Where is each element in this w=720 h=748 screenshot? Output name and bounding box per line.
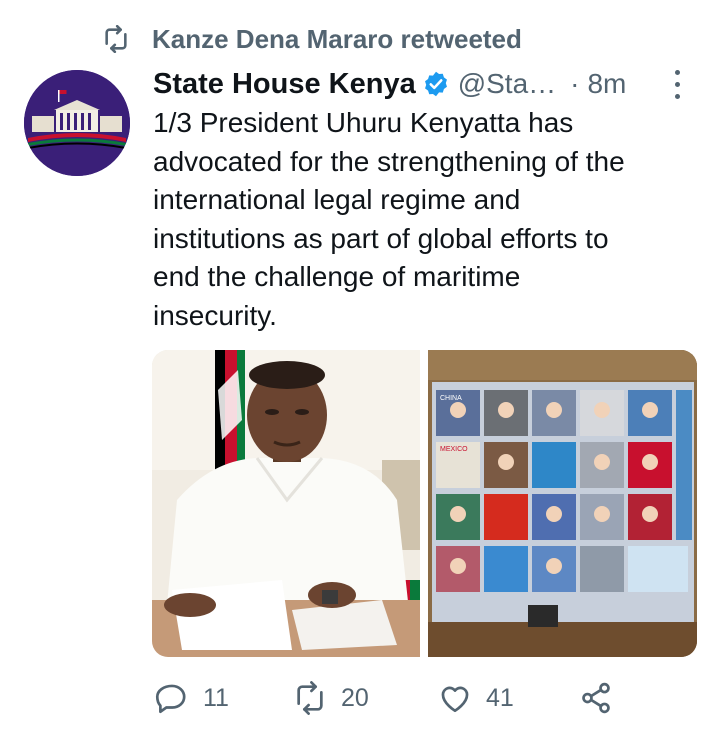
like-icon [441,686,469,713]
tweet-text: 1/3 President Uhuru Kenyatta has advocat… [153,107,625,331]
tile-label-china: CHINA [440,395,462,402]
avatar[interactable] [24,70,130,176]
share-icon [582,682,610,714]
tweet-timestamp[interactable]: 8m [587,68,626,100]
photo-video-conference[interactable]: CHINA MEXICO [428,350,697,657]
retweet-icon [105,25,127,53]
state-house-logo [24,70,130,176]
author-handle[interactable]: @Sta… [458,68,556,100]
retweet-icon [297,681,323,715]
retweet-button[interactable]: 20 [293,676,369,720]
like-count: 41 [486,683,514,712]
share-button[interactable] [579,676,613,720]
retweeted-by-label: Kanze Dena Mararo retweeted [152,23,522,54]
tweet-actions: 11 20 41 [155,676,625,720]
retweet-count: 20 [341,683,369,712]
reply-button[interactable]: 11 [155,676,229,720]
photo-president[interactable] [152,350,420,657]
author-display-name[interactable]: State House Kenya [153,68,416,101]
like-button[interactable]: 41 [438,676,514,720]
retweet-indicator[interactable]: Kanze Dena Mararo retweeted [102,22,522,56]
tile-label-mexico: MEXICO [440,446,468,453]
more-icon[interactable] [664,66,690,102]
verified-badge-icon [424,71,447,97]
tweet-header: State House Kenya @Sta… · 8m [153,64,690,104]
reply-count: 11 [203,683,229,712]
reply-icon [155,684,186,714]
tweet-media: CHINA MEXICO [152,350,697,657]
header-separator: · [570,68,580,99]
